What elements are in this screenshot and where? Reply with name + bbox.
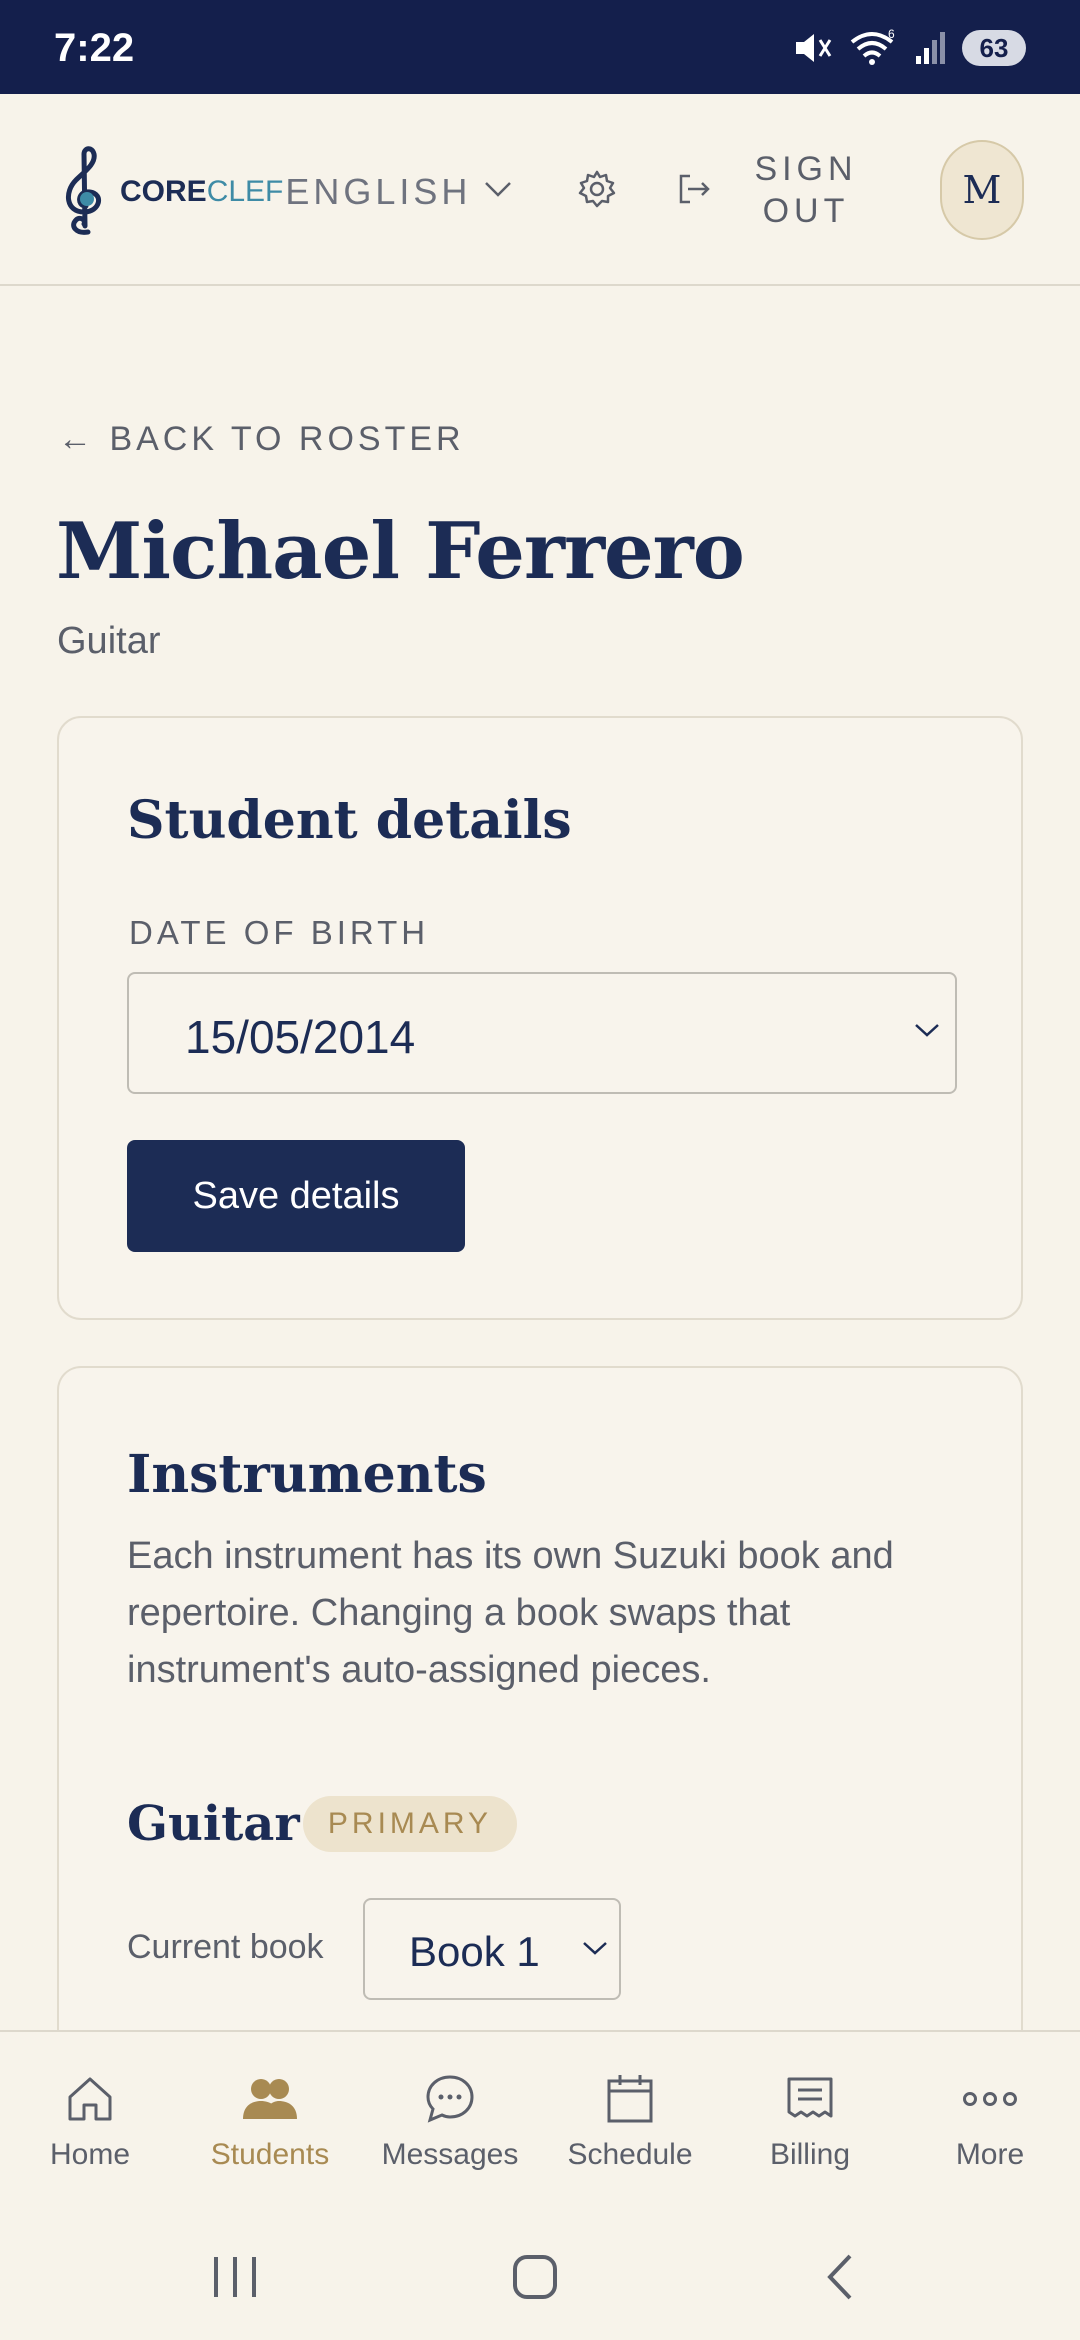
- more-icon: [963, 2092, 1017, 2106]
- home-icon: [68, 2077, 112, 2121]
- system-navigation-bar: [0, 2212, 1080, 2340]
- primary-badge: PRIMARY: [303, 1796, 517, 1852]
- app-header: CORE CLEF ENGLISH SIGN OUT M: [0, 94, 1080, 286]
- status-time: 7:22: [54, 26, 135, 70]
- logo-core-text: CORE: [120, 175, 207, 208]
- chevron-down-icon: [583, 1942, 607, 1955]
- instruments-title: Instruments: [127, 1444, 487, 1505]
- instruments-card: Instruments Each instrument has its own …: [57, 1366, 1023, 2066]
- settings-button[interactable]: [572, 164, 622, 214]
- receipt-icon: [787, 2077, 833, 2118]
- dob-label: DATE OF BIRTH: [129, 914, 430, 951]
- students-icon: [243, 2079, 297, 2119]
- save-details-button[interactable]: Save details: [127, 1140, 465, 1252]
- status-bar: 7:22 6 63: [0, 0, 1080, 94]
- avatar[interactable]: M: [940, 140, 1024, 240]
- nav-students-label: Students: [210, 2138, 330, 2171]
- nav-billing[interactable]: Billing: [720, 2032, 900, 2212]
- sign-out-icon-button[interactable]: [672, 164, 716, 214]
- nav-schedule-label: Schedule: [567, 2138, 693, 2171]
- nav-messages-label: Messages: [381, 2138, 519, 2171]
- wifi-icon: 6: [850, 28, 895, 65]
- dob-select[interactable]: 15/05/2014: [127, 972, 957, 1094]
- nav-more-label: More: [955, 2138, 1025, 2171]
- treble-clef-icon: [66, 146, 101, 235]
- gear-icon: [578, 170, 616, 208]
- sign-out-button[interactable]: SIGN OUT: [746, 144, 866, 236]
- logo-english-text: ENGLISH: [285, 171, 472, 212]
- page-title: Michael Ferrero: [56, 506, 745, 597]
- mute-icon: [796, 34, 832, 62]
- nav-billing-label: Billing: [769, 2138, 851, 2171]
- instrument-name: Guitar: [127, 1796, 300, 1852]
- school-switcher-button[interactable]: [478, 164, 518, 214]
- current-book-select[interactable]: Book 1: [363, 1898, 621, 2000]
- recents-icon[interactable]: [210, 2252, 260, 2302]
- student-details-card: Student details DATE OF BIRTH 15/05/2014…: [57, 716, 1023, 1320]
- dob-value: 15/05/2014: [185, 1011, 416, 1063]
- student-instrument-subtitle: Guitar: [57, 620, 161, 662]
- nav-schedule[interactable]: Schedule: [540, 2032, 720, 2212]
- nav-home-label: Home: [49, 2138, 131, 2171]
- back-icon[interactable]: [820, 2252, 860, 2302]
- chevron-down-icon: [485, 182, 511, 197]
- nav-students[interactable]: Students: [180, 2032, 360, 2212]
- svg-text:6: 6: [888, 28, 895, 41]
- bottom-navigation: Home Students Messages Schedule Billing …: [0, 2030, 1080, 2212]
- nav-messages[interactable]: Messages: [360, 2032, 540, 2212]
- signal-icon: [916, 32, 945, 64]
- nav-home[interactable]: Home: [0, 2032, 180, 2212]
- home-circle-icon[interactable]: [510, 2252, 560, 2302]
- calendar-icon: [607, 2075, 653, 2123]
- logo-clef-text: CLEF: [206, 175, 284, 208]
- current-book-label: Current book: [127, 1928, 324, 1966]
- sign-out-icon: [679, 174, 710, 204]
- current-book-value: Book 1: [409, 1928, 540, 1975]
- battery-indicator: 63: [962, 30, 1026, 66]
- student-details-title: Student details: [127, 790, 572, 851]
- status-icons: 6 63: [792, 28, 1026, 68]
- app-logo[interactable]: CORE CLEF ENGLISH: [54, 146, 471, 238]
- nav-more[interactable]: More: [900, 2032, 1080, 2212]
- back-to-roster-link[interactable]: ← BACK TO ROSTER: [58, 420, 465, 459]
- instruments-description: Each instrument has its own Suzuki book …: [127, 1535, 894, 1691]
- messages-icon: [426, 2075, 474, 2123]
- chevron-down-icon: [915, 1024, 939, 1037]
